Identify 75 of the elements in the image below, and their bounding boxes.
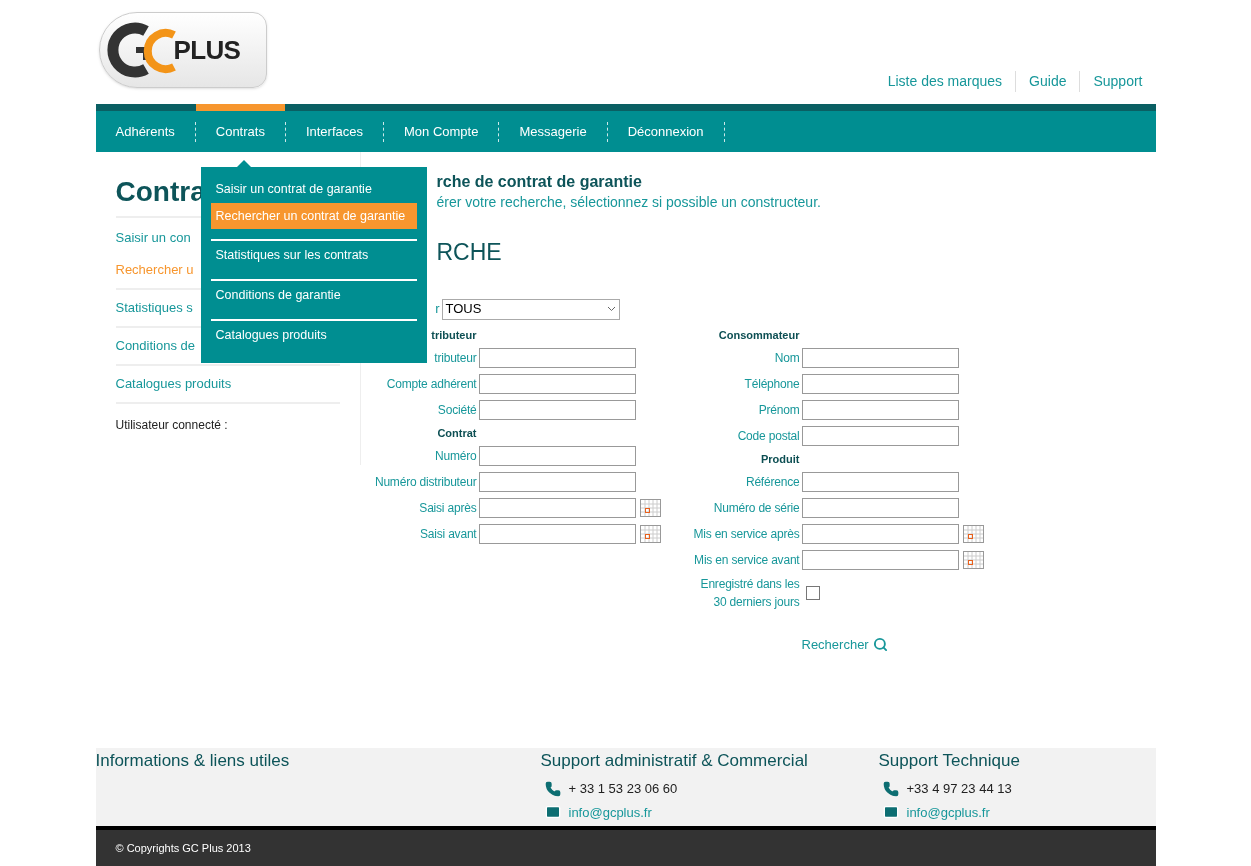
search-button[interactable]: Rechercher (801, 635, 888, 655)
dropdown-item[interactable]: Catalogues produits (210, 319, 417, 349)
input-field[interactable] (801, 426, 959, 446)
field-label: Prénom (758, 402, 801, 418)
field-label: Saisi après (419, 500, 478, 516)
copyright-text: © Copyrights GC Plus 2013 (115, 840, 251, 856)
field-label: Société (437, 402, 478, 418)
filter-label: r (434, 300, 440, 319)
input-field[interactable] (478, 348, 636, 368)
nav-tab[interactable]: Interfaces (285, 104, 383, 152)
input-field[interactable] (478, 524, 636, 544)
group-heading: tributeur (431, 327, 478, 343)
field-label: Mis en service avant (694, 552, 801, 568)
calendar-icon[interactable] (639, 525, 661, 543)
input-field[interactable] (801, 374, 959, 394)
form-subtitle: érer votre recherche, sélectionnez si possible un constructeur. (436, 193, 822, 212)
field-label: Compte adhérent (386, 376, 478, 392)
phone-icon (882, 780, 899, 797)
phone-number: +33 4 97 23 44 13 (906, 780, 1012, 798)
sidebar-link[interactable]: Catalogues produits (115, 366, 340, 404)
top-link[interactable]: Liste des marques (874, 71, 1016, 92)
phone-number: + 33 1 53 23 06 60 (568, 780, 678, 798)
field-label: Mis en service après (693, 526, 801, 542)
input-field[interactable] (478, 472, 636, 492)
group-heading: Produit (761, 451, 801, 467)
email-link[interactable]: info@gcplus.fr (568, 802, 652, 822)
field-label: Nom (774, 350, 801, 366)
group-heading: Contrat (437, 425, 478, 441)
top-link[interactable]: Support (1079, 71, 1156, 92)
calendar-icon[interactable] (962, 551, 984, 569)
input-field[interactable] (801, 498, 959, 518)
phone-icon (544, 780, 561, 797)
manufacturer-select[interactable]: TOUS (441, 298, 620, 320)
user-label: Utilisateur connecté : (115, 417, 229, 434)
section-heading: RCHE (436, 238, 503, 266)
input-field[interactable] (801, 524, 959, 544)
calendar-icon[interactable] (962, 525, 984, 543)
dropdown-item[interactable]: Statistiques sur les contrats (210, 239, 417, 269)
field-label: Enregistré dans les 30 derniers jours (699, 576, 801, 611)
nav-tab[interactable]: Adhérents (95, 104, 195, 152)
top-link[interactable]: Guide (1015, 71, 1080, 92)
input-field[interactable] (478, 446, 636, 466)
dropdown-item[interactable]: Rechercher un contrat de garantie (210, 203, 417, 229)
input-field[interactable] (478, 498, 636, 518)
email-link[interactable]: info@gcplus.fr (906, 802, 990, 822)
nav-tab[interactable]: Contrats (195, 104, 285, 152)
field-label: Code postal (737, 428, 801, 444)
group-heading: Consommateur (718, 327, 801, 343)
field-label: Numéro (435, 448, 478, 464)
form-title: rche de contrat de garantie (436, 172, 643, 192)
footer-heading: Support Technique (878, 750, 1020, 772)
input-field[interactable] (801, 400, 959, 420)
field-label: Téléphone (744, 376, 801, 392)
logo-badge[interactable]: PLUS (98, 12, 267, 88)
field-label: Numéro distributeur (374, 474, 478, 490)
input-field[interactable] (801, 348, 959, 368)
nav-tab[interactable]: Mon Compte (384, 104, 499, 152)
input-field[interactable] (801, 472, 959, 492)
calendar-icon[interactable] (639, 499, 661, 517)
nav-tab[interactable]: Messagerie (499, 104, 607, 152)
footer-heading: Support administratif & Commercial (540, 750, 809, 772)
chevron-down-icon (606, 306, 616, 312)
input-field[interactable] (801, 550, 959, 570)
checkbox[interactable] (805, 586, 820, 600)
field-label: Saisi avant (420, 526, 478, 542)
footer-heading: Informations & liens utiles (95, 750, 291, 772)
nav-tab[interactable]: Déconnexion (607, 104, 724, 152)
dropdown-item[interactable]: Conditions de garantie (210, 279, 417, 309)
field-label: Numéro de série (713, 500, 801, 516)
logo-text: PLUS (173, 33, 241, 67)
input-field[interactable] (478, 374, 636, 394)
input-field[interactable] (478, 400, 636, 420)
field-label: Référence (745, 474, 801, 490)
search-icon (872, 637, 888, 653)
field-label: tributeur (434, 350, 478, 366)
